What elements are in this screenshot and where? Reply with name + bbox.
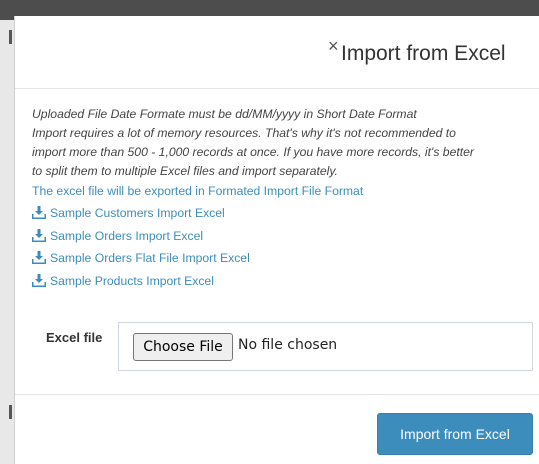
sample-orders-link[interactable]: Sample Orders Import Excel xyxy=(32,225,539,248)
export-format-note: The excel file will be exported in Forma… xyxy=(32,184,364,198)
sample-link-label: Sample Orders Flat File Import Excel xyxy=(50,251,250,265)
download-icon xyxy=(32,206,46,219)
backdrop-mark xyxy=(9,405,12,419)
file-status-text: No file chosen xyxy=(238,337,338,353)
excel-file-row: Excel file Choose File No file chosen xyxy=(15,322,539,382)
download-icon xyxy=(32,228,46,242)
memory-note-line-3: to split them to multiple Excel files an… xyxy=(32,164,338,178)
excel-file-label: Excel file xyxy=(46,330,103,345)
dialog-title: Import from Excel xyxy=(341,42,506,65)
sample-products-link[interactable]: Sample Products Import Excel xyxy=(32,270,539,293)
backdrop-mark xyxy=(9,30,12,44)
sample-link-label: Sample Orders Import Excel xyxy=(50,228,204,243)
sample-link-label: Sample Customers Import Excel xyxy=(50,206,225,220)
excel-file-input[interactable]: Choose File No file chosen xyxy=(118,322,533,371)
import-from-excel-button[interactable]: Import from Excel xyxy=(377,413,533,455)
dialog-body: Uploaded File Date Formate must be dd/MM… xyxy=(15,89,539,292)
date-format-note: Uploaded File Date Formate must be dd/MM… xyxy=(32,107,417,121)
page-backdrop-left xyxy=(0,20,14,464)
sample-orders-flat-file-link[interactable]: Sample Orders Flat File Import Excel xyxy=(32,247,539,270)
dialog-header: × Import from Excel xyxy=(15,16,539,89)
memory-note-line-2: import more than 500 - 1,000 records at … xyxy=(32,145,474,159)
memory-note-line-1: Import requires a lot of memory resource… xyxy=(32,126,456,140)
import-dialog: × Import from Excel Uploaded File Date F… xyxy=(14,16,539,464)
sample-link-label: Sample Products Import Excel xyxy=(50,273,214,288)
choose-file-button[interactable]: Choose File xyxy=(133,333,233,361)
sample-customers-link[interactable]: Sample Customers Import Excel xyxy=(32,202,539,225)
download-icon xyxy=(32,251,46,264)
close-icon[interactable]: × xyxy=(328,37,339,55)
download-icon xyxy=(32,273,46,287)
dialog-footer: Import from Excel xyxy=(15,394,539,464)
